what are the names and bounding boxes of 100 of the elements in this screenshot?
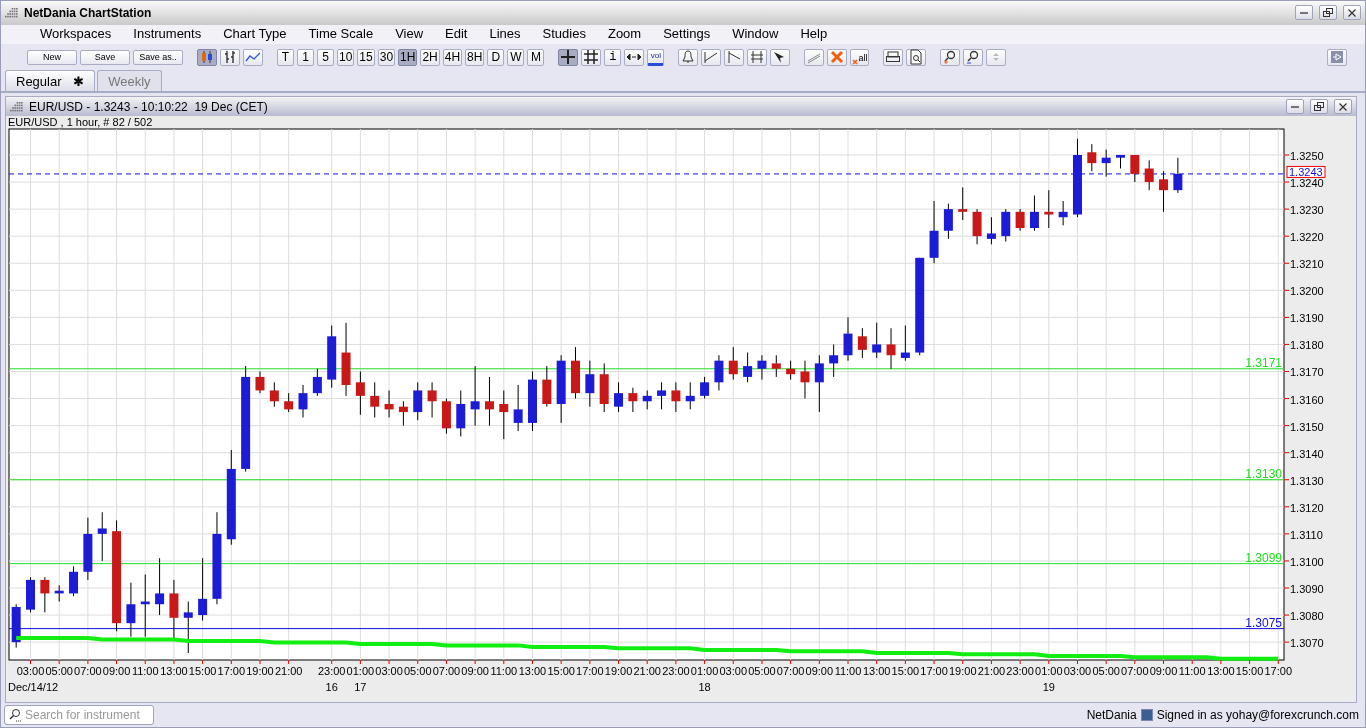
crosshair-icon — [560, 49, 577, 65]
cursor-arrow-button[interactable] — [770, 48, 791, 66]
candlestick — [441, 398, 451, 435]
grid-button[interactable] — [581, 48, 602, 66]
toolbar-button[interactable]: Save as.. — [133, 49, 183, 65]
interval-button[interactable]: D — [487, 48, 505, 66]
zoom-out-button[interactable] — [963, 48, 984, 66]
candlestick — [470, 366, 480, 427]
minimize-button[interactable] — [1295, 5, 1313, 21]
y-axis-label: 1.3180 — [1290, 339, 1324, 352]
x-axis-label: 07:00 — [776, 665, 805, 678]
interval-button[interactable]: 2H — [420, 48, 440, 66]
workspace-tab[interactable]: Weekly — [97, 70, 162, 92]
candlestick — [714, 355, 724, 392]
close-button[interactable] — [1343, 5, 1361, 21]
angle-line-button[interactable] — [724, 48, 745, 66]
crosshair-button[interactable] — [558, 48, 579, 66]
candlestick — [513, 384, 523, 432]
x-axis-label: 15:00 — [188, 665, 217, 678]
candlestick — [958, 187, 968, 221]
menu-item[interactable]: Help — [789, 25, 839, 44]
menu-item[interactable]: Chart Type — [212, 25, 298, 44]
y-axis-label: 1.3250 — [1290, 150, 1324, 163]
channel-button[interactable] — [747, 48, 768, 66]
minimize-button[interactable] — [1286, 99, 1304, 115]
y-axis-label: 1.3240 — [1290, 177, 1324, 190]
y-axis-label: 1.3070 — [1290, 637, 1324, 650]
interval-button[interactable]: 1 — [297, 48, 314, 66]
candlestick — [140, 574, 150, 638]
chart-type-button[interactable] — [197, 48, 217, 66]
chart-type-button[interactable] — [243, 48, 263, 66]
interval-button[interactable]: 5 — [317, 48, 334, 66]
restore-icon — [1314, 102, 1324, 112]
diagonal-lines-button[interactable] — [804, 48, 825, 66]
toolbar-button[interactable]: Save — [80, 49, 130, 65]
delete-all-button[interactable]: all — [850, 48, 870, 66]
menu-item[interactable]: Workspaces — [29, 25, 123, 44]
candlestick — [69, 566, 79, 598]
pin-button[interactable] — [1327, 48, 1347, 66]
menu-item[interactable]: View — [384, 25, 435, 44]
menu-item[interactable]: Instruments — [122, 25, 213, 44]
menu-item[interactable]: Zoom — [596, 25, 653, 44]
candlestick — [370, 382, 380, 419]
interval-button[interactable]: 8H — [465, 48, 485, 66]
candlestick — [829, 344, 839, 378]
menu-item[interactable]: Studies — [531, 25, 597, 44]
menu-item[interactable]: Lines — [478, 25, 532, 44]
y-axis-label: 1.3100 — [1290, 556, 1324, 569]
candlestick — [183, 601, 193, 654]
menu-item[interactable]: Settings — [652, 25, 722, 44]
interval-button[interactable]: M — [527, 48, 545, 66]
interval-button[interactable]: 15 — [357, 48, 375, 66]
candlestick — [1029, 195, 1039, 232]
info-button[interactable]: i — [604, 48, 622, 66]
x-axis-label: 09:00 — [102, 665, 131, 678]
interval-button[interactable]: 30 — [377, 48, 396, 66]
candlestick — [1087, 144, 1097, 173]
print-preview-button[interactable] — [906, 48, 927, 66]
candlestick — [484, 376, 494, 427]
menu-item[interactable]: Window — [721, 25, 790, 44]
menu-item[interactable]: Time Scale — [297, 25, 385, 44]
date-label: 17 — [354, 681, 367, 694]
toolbar-button[interactable]: New — [27, 49, 77, 65]
interval-button[interactable]: 4H — [442, 48, 463, 66]
x-axis-label: 15:00 — [891, 665, 920, 678]
candlestick — [556, 355, 566, 424]
interval-button[interactable]: 1H — [398, 48, 418, 66]
candlestick — [986, 217, 996, 246]
horizontal-arrows-button[interactable] — [624, 48, 645, 66]
candlestick — [700, 376, 710, 400]
x-axis-label: 03:00 — [375, 665, 403, 678]
y-axis-label: 1.3200 — [1290, 285, 1324, 298]
y-axis-label: 1.3130 — [1290, 475, 1324, 488]
candlestick — [1173, 157, 1183, 194]
x-axis-label: 23:00 — [1006, 665, 1034, 678]
candlestick — [542, 366, 552, 408]
x-axis-label: 21:00 — [274, 665, 303, 678]
close-button[interactable] — [1334, 99, 1352, 115]
restore-button[interactable] — [1310, 99, 1328, 115]
workspace-tab[interactable]: Regular ✱ — [5, 70, 96, 92]
search-field[interactable]: Search for instrument — [4, 705, 154, 726]
delete-button[interactable] — [827, 48, 848, 66]
menu-item[interactable]: Edit — [434, 25, 479, 44]
interval-button[interactable]: W — [507, 48, 525, 66]
date-label: Dec/14/12 — [8, 681, 59, 694]
interval-button[interactable]: T — [277, 48, 294, 66]
bell-button[interactable] — [678, 48, 699, 66]
volume-button[interactable]: vol — [647, 48, 665, 66]
close-icon — [1339, 102, 1347, 111]
restore-button[interactable] — [1319, 5, 1337, 21]
line-tool-button[interactable] — [701, 48, 722, 66]
x-axis-label: 01:00 — [1035, 665, 1063, 678]
minimize-icon — [1300, 11, 1308, 14]
grid-icon — [583, 49, 600, 65]
candlestick — [384, 390, 394, 419]
interval-button[interactable]: 10 — [337, 48, 355, 66]
zoom-in-button[interactable] — [940, 48, 961, 66]
chart-type-button[interactable] — [220, 48, 240, 66]
printer-button[interactable] — [883, 48, 904, 66]
x-axis-label: 03:00 — [719, 665, 748, 678]
